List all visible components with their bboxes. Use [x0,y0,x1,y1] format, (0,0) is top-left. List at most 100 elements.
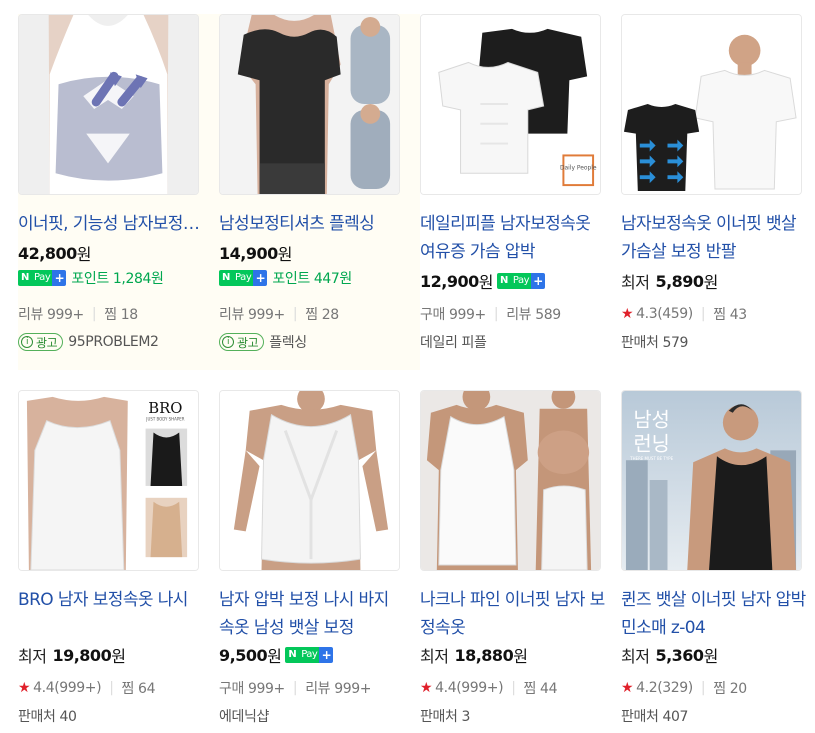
seller-row: 판매처 40 [18,705,77,727]
purchase-count: 구매 999+ [420,307,486,323]
naver-pay-badge: N Pay + [219,270,268,286]
naver-pay-badge: N Pay + [496,273,545,289]
seller-name[interactable]: 95PROBLEM2 [68,334,159,350]
product-thumbnail[interactable] [219,390,400,571]
star-icon: ★ [621,306,634,322]
npay-pay: Pay [31,270,53,286]
product-image [19,15,198,194]
price-label: 최저 [420,647,449,666]
product-card: 남자보정속옷 이너핏 뱃살 가슴살 보정 반팔 최저 5,890 원 ★ 4.3(45… [621,14,815,370]
price-value: 5,890 [655,271,704,291]
product-image: 남성 런닝 THERE MUST BE TYPE [622,391,801,570]
wish-count[interactable]: 찜 64 [122,678,156,698]
currency-unit: 원 [478,273,494,292]
info-icon: i [21,336,33,348]
ad-label: 광고 [237,335,259,350]
seller-name[interactable]: 데일리 피플 [420,332,487,352]
product-image [220,15,399,194]
npay-n: N [18,270,32,286]
image-caption-text: 남성 [633,409,669,432]
product-title[interactable]: 나크나 파인 이너핏 남자 보정속옷 [420,586,606,642]
price-row: 최저 5,890 원 [621,269,718,293]
product-thumbnail[interactable] [219,14,400,195]
seller-row: 판매처 579 [621,331,688,353]
meta-row: 리뷰 999+ | 찜 28 [219,304,339,324]
product-card: 남성보정티셔츠 플렉싱 14,900 원 N Pay + 포인트 447원 리뷰 99… [215,6,424,376]
wish-count[interactable]: 찜 44 [524,678,558,698]
brand-logo-text: Daily People [560,164,597,171]
star-icon: ★ [420,680,433,696]
rating[interactable]: 4.2(329) [636,680,693,696]
product-title[interactable]: 데일리피플 남자보정속옷 여유증 가슴 압박 [420,210,606,266]
price-row: 최저 5,360 원 [621,643,718,667]
wish-count[interactable]: 찜 18 [104,304,138,324]
wish-count[interactable]: 찜 43 [713,304,747,324]
price-value: 14,900 [219,243,278,263]
seller-count[interactable]: 판매처 579 [621,332,688,352]
info-icon: i [222,336,234,348]
meta-row: ★ 4.4(999+) | 찜 44 [420,678,558,698]
product-title[interactable]: 남자보정속옷 이너핏 뱃살 가슴살 보정 반팔 [621,210,807,266]
seller-row: 데일리 피플 [420,331,487,353]
product-image: Daily People [421,15,600,194]
product-thumbnail[interactable]: Daily People [420,14,601,195]
price-value: 12,900 [420,271,479,291]
price-label: 최저 [621,647,650,666]
wish-count[interactable]: 찜 28 [305,304,339,324]
seller-name[interactable]: 에데닉샵 [219,706,269,726]
brand-logo-text: BRO [148,400,182,417]
price-label: 최저 [621,273,650,292]
seller-name[interactable]: 플렉싱 [269,332,307,352]
product-title[interactable]: 퀸즈 뱃살 이너핏 남자 압박 민소매 z-04 [621,586,807,642]
seller-row: 판매처 407 [621,705,688,727]
review-count[interactable]: 리뷰 999+ [305,678,371,698]
brand-subtitle-text: JUST BODY SHAPER [145,417,184,422]
review-count: 리뷰 999+ [219,307,285,323]
npay-n: N [219,270,233,286]
meta-row: ★ 4.3(459) | 찜 43 [621,304,747,324]
meta-row: 구매 999+ | 리뷰 999+ [219,678,372,698]
price-row: 최저 19,800 원 [18,643,126,667]
product-thumbnail[interactable] [18,14,199,195]
wish-count[interactable]: 찜 20 [713,678,747,698]
review-count[interactable]: 리뷰 589 [506,304,561,324]
rating[interactable]: 4.4(999+) [33,680,101,696]
meta-row: 리뷰 999+ | 찜 18 [18,304,138,324]
seller-row: 판매처 3 [420,705,470,727]
price-value: 18,880 [454,645,514,665]
meta-row: ★ 4.4(999+) | 찜 64 [18,678,156,698]
currency-unit: 원 [267,647,282,666]
seller-count[interactable]: 판매처 407 [621,706,688,726]
seller-row: i 광고 95PROBLEM2 [18,331,159,353]
ad-label: 광고 [36,335,58,350]
product-thumbnail[interactable]: BRO JUST BODY SHAPER [18,390,199,571]
price-value: 5,360 [655,645,704,665]
seller-count[interactable]: 판매처 40 [18,706,77,726]
product-title[interactable]: BRO 남자 보정속옷 나시 [18,586,204,642]
rating[interactable]: 4.4(999+) [435,680,503,696]
product-title[interactable]: 이너핏, 기능성 남자보정속옷 [18,210,204,238]
product-thumbnail[interactable] [420,390,601,571]
product-title[interactable]: 남자 압박 보정 나시 바지 속옷 남성 뱃살 보정 [219,586,405,642]
product-title[interactable]: 남성보정티셔츠 플렉싱 [219,210,405,238]
product-thumbnail[interactable] [621,14,802,195]
ad-badge[interactable]: i 광고 [219,333,265,351]
currency-unit: 원 [76,245,92,264]
seller-count[interactable]: 판매처 3 [420,706,470,726]
product-card: 남자 압박 보정 나시 바지 속옷 남성 뱃살 보정 9,500 원 N Pay + … [219,390,420,730]
price-row: 42,800 원 [18,241,91,265]
product-thumbnail[interactable]: 남성 런닝 THERE MUST BE TYPE [621,390,802,571]
npay-plus-icon: + [52,270,67,286]
product-card: 나크나 파인 이너핏 남자 보정속옷 최저 18,880 원 ★ 4.4(999+) |… [420,390,621,730]
naver-pay-badge: N Pay + [18,270,67,286]
ad-badge[interactable]: i 광고 [18,333,64,351]
npay-pay: Pay [510,273,531,289]
rating[interactable]: 4.3(459) [636,306,693,322]
star-icon: ★ [18,680,31,696]
seller-row: 에데닉샵 [219,705,269,727]
price-row: 14,900 원 [219,241,292,265]
npay-pay: Pay [299,647,320,663]
product-image [421,391,600,570]
purchase-count: 구매 999+ [219,681,285,697]
npay-n: N [496,273,511,289]
